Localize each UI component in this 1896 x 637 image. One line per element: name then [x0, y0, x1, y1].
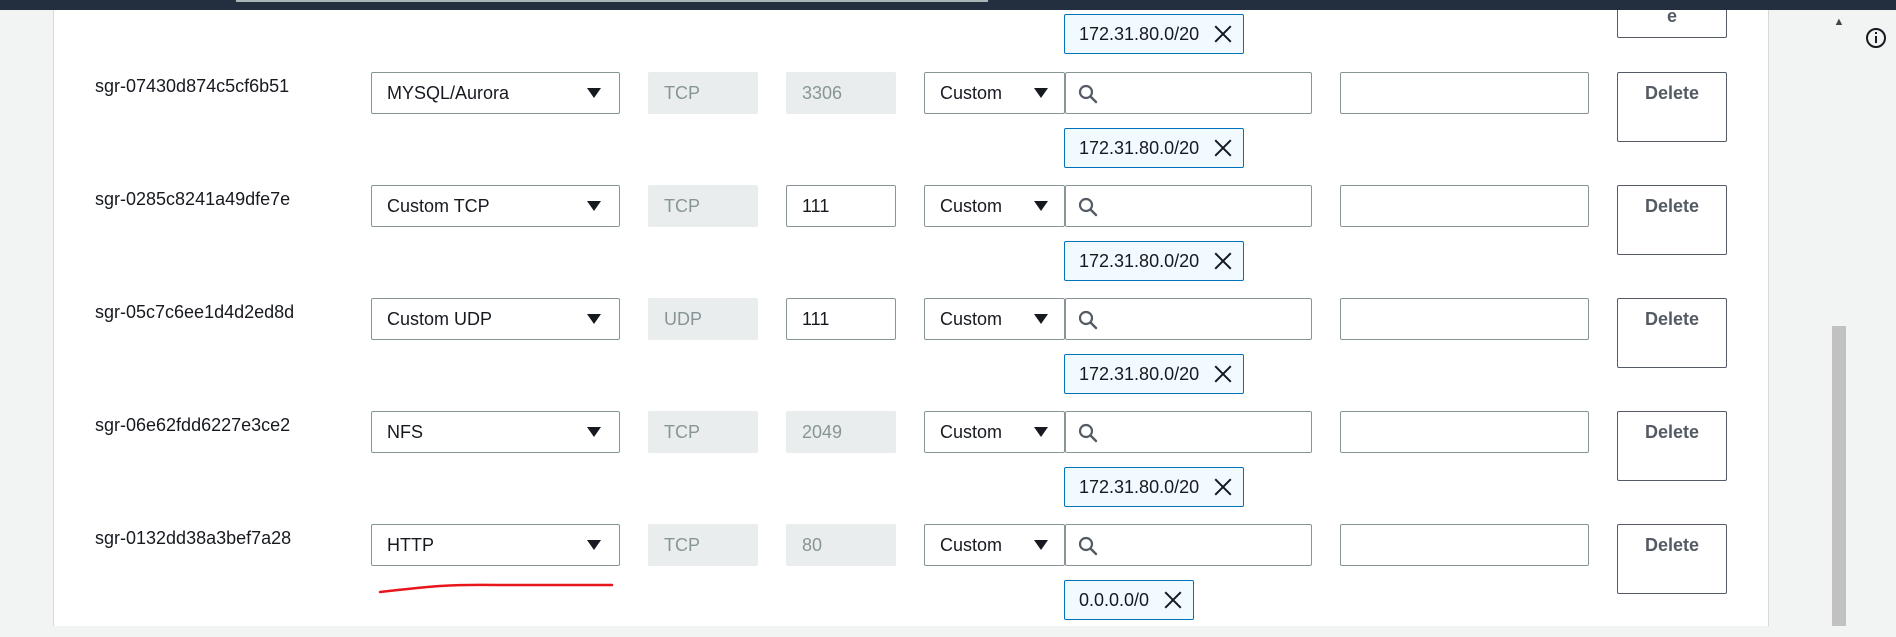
close-icon[interactable] [1213, 251, 1233, 271]
caret-down-icon [587, 314, 601, 324]
caret-down-icon [1034, 540, 1048, 550]
port-range-input[interactable]: 111 [786, 185, 896, 227]
scroll-up-arrow-icon[interactable]: ▲ [1831, 14, 1847, 30]
close-icon[interactable] [1213, 364, 1233, 384]
delete-button[interactable]: Delete [1617, 524, 1727, 594]
protocol-readonly: UDP [648, 298, 758, 340]
protocol-readonly: TCP [648, 524, 758, 566]
port-range-input[interactable]: 111 [786, 298, 896, 340]
rule-row: sgr-06e62fdd6227e3ce2 NFS TCP 2049 Custom Del… [0, 411, 1770, 524]
source-select[interactable]: Custom [924, 298, 1065, 340]
source-select[interactable]: Custom [924, 72, 1065, 114]
caret-down-icon [1034, 314, 1048, 324]
source-token-label: 172.31.80.0/20 [1079, 363, 1200, 384]
source-token-label: 0.0.0.0/0 [1079, 589, 1150, 610]
source-token-label: 172.31.80.0/20 [1079, 250, 1200, 271]
source-token-label: 172.31.80.0/20 [1079, 476, 1200, 497]
top-bar [0, 0, 1896, 10]
description-input[interactable] [1340, 185, 1589, 227]
port-range-readonly: 2049 [786, 411, 896, 453]
source-token-label: 172.31.80.0/20 [1079, 137, 1200, 158]
source-token: 172.31.80.0/20 [1064, 14, 1245, 54]
type-select[interactable]: Custom UDP [371, 298, 620, 340]
delete-button[interactable]: e [1617, 7, 1727, 38]
source-select[interactable]: Custom [924, 185, 1065, 227]
caret-down-icon [1034, 88, 1048, 98]
description-input[interactable] [1340, 524, 1589, 566]
caret-down-icon [587, 427, 601, 437]
type-select[interactable]: NFS [371, 411, 620, 453]
description-input[interactable] [1340, 298, 1589, 340]
source-token: 172.31.80.0/20 [1064, 354, 1245, 394]
rule-id: sgr-06e62fdd6227e3ce2 [95, 415, 291, 435]
top-search-edge [236, 0, 988, 2]
source-token-label: 172.31.80.0/20 [1079, 23, 1200, 44]
type-select[interactable]: Custom TCP [371, 185, 620, 227]
close-icon[interactable] [1163, 590, 1183, 610]
delete-button[interactable]: Delete [1617, 72, 1727, 142]
delete-button[interactable]: Delete [1617, 298, 1727, 368]
port-range-readonly: 3306 [786, 72, 896, 114]
close-icon[interactable] [1213, 138, 1233, 158]
caret-down-icon [1034, 201, 1048, 211]
red-underline-annotation [378, 583, 614, 594]
source-search-input[interactable] [1065, 524, 1312, 566]
source-select[interactable]: Custom [924, 411, 1065, 453]
description-input[interactable] [1340, 411, 1589, 453]
rule-id: sgr-0285c8241a49dfe7e [95, 189, 291, 209]
type-select[interactable]: MYSQL/Aurora [371, 72, 620, 114]
rule-row: sgr-0285c8241a49dfe7e Custom TCP TCP 111 Cus… [0, 185, 1770, 298]
source-select[interactable]: Custom [924, 524, 1065, 566]
protocol-readonly: TCP [648, 411, 758, 453]
description-input[interactable] [1340, 72, 1589, 114]
source-token: 172.31.80.0/20 [1064, 241, 1245, 281]
close-icon[interactable] [1213, 477, 1233, 497]
source-token: 172.31.80.0/20 [1064, 467, 1245, 507]
delete-button[interactable]: Delete [1617, 185, 1727, 255]
caret-down-icon [1034, 427, 1048, 437]
source-token: 0.0.0.0/0 [1064, 580, 1195, 620]
source-search-input[interactable] [1065, 72, 1312, 114]
rule-row: sgr-07430d874c5cf6b51 MYSQL/Aurora TCP 3306… [0, 72, 1770, 185]
port-range-readonly: 80 [786, 524, 896, 566]
rule-id: sgr-0132dd38a3bef7a28 [95, 528, 292, 548]
source-token: 172.31.80.0/20 [1064, 128, 1245, 168]
protocol-readonly: TCP [648, 185, 758, 227]
scrollbar-thumb[interactable] [1832, 326, 1846, 626]
rule-id: sgr-07430d874c5cf6b51 [95, 76, 290, 96]
caret-down-icon [587, 201, 601, 211]
source-search-input[interactable] [1065, 298, 1312, 340]
delete-button[interactable]: Delete [1617, 411, 1727, 481]
close-icon[interactable] [1213, 24, 1233, 44]
rule-row: sgr-05c7c6ee1d4d2ed8d Custom UDP UDP 111 Cus… [0, 298, 1770, 411]
source-search-input[interactable] [1065, 411, 1312, 453]
rule-id: sgr-05c7c6ee1d4d2ed8d [95, 302, 295, 322]
info-icon[interactable] [1864, 26, 1888, 50]
caret-down-icon [587, 88, 601, 98]
rule-row: sgr-0132dd38a3bef7a28 HTTP TCP 80 Custom Dele… [0, 524, 1770, 637]
protocol-readonly: TCP [648, 72, 758, 114]
source-search-input[interactable] [1065, 185, 1312, 227]
type-select[interactable]: HTTP [371, 524, 620, 566]
caret-down-icon [587, 540, 601, 550]
